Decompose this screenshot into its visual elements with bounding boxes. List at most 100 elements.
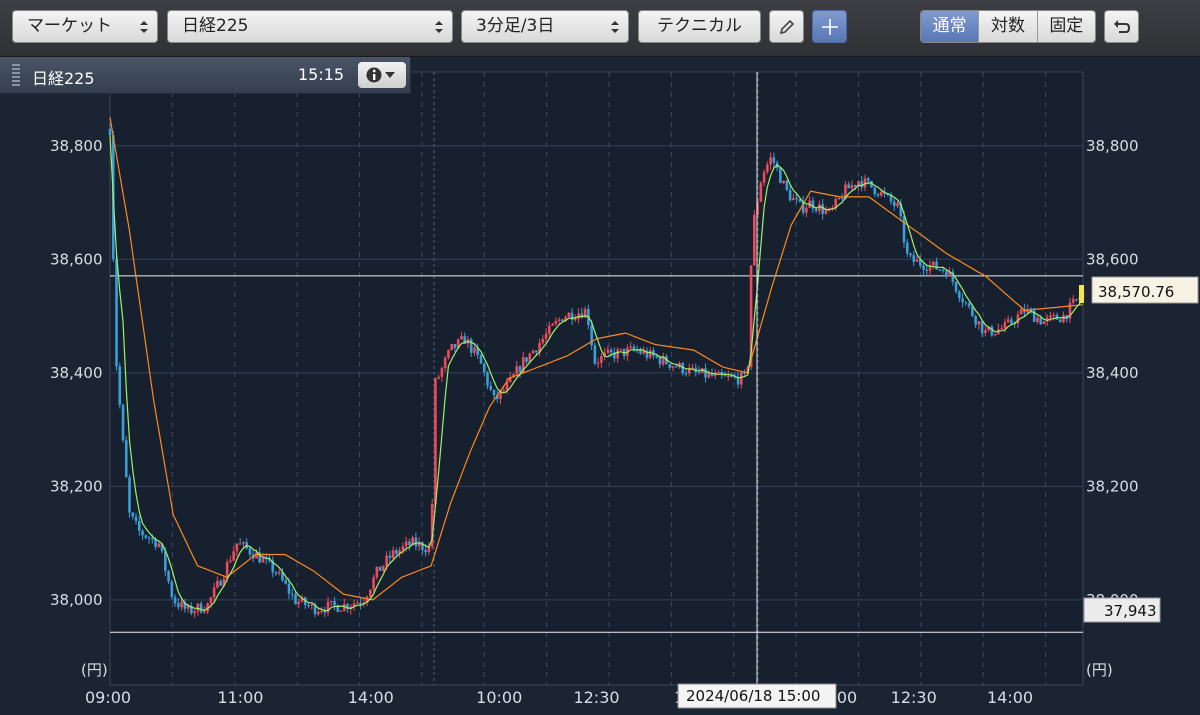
candle-body	[818, 204, 821, 211]
candle-body	[531, 350, 535, 354]
candle-body	[479, 354, 483, 364]
candle-body	[502, 390, 506, 392]
low-price-marker: 37,943	[1083, 597, 1161, 623]
candle-body	[274, 572, 278, 574]
candle-body	[388, 555, 392, 558]
current-price-marker: 38,570.76	[1079, 276, 1199, 304]
candle-body	[518, 366, 522, 373]
candle-body	[909, 253, 912, 256]
info-bar[interactable]: 日経225 15:15	[0, 57, 411, 94]
candle-body	[1036, 317, 1039, 323]
y-tick-label-right: 38,200	[1086, 477, 1139, 495]
candle-body	[632, 346, 636, 350]
candle-body	[284, 580, 288, 584]
candle-body	[707, 372, 711, 378]
candle-body	[196, 603, 200, 612]
candle-body	[674, 366, 678, 368]
candle-body	[912, 255, 916, 262]
x-tick-label: 14:00	[987, 688, 1033, 707]
candle-body	[853, 184, 857, 187]
candle-body	[596, 362, 600, 364]
candle-body	[177, 603, 180, 608]
candle-body	[570, 312, 574, 321]
candle-body	[977, 321, 981, 325]
candle-body	[873, 187, 877, 195]
candle-body	[639, 350, 642, 354]
drag-handle-icon[interactable]	[12, 64, 20, 86]
current-price-tick	[1079, 285, 1084, 303]
candle-body	[905, 242, 909, 254]
candle-body	[440, 367, 444, 377]
candle-body	[600, 355, 603, 363]
candle-body	[945, 271, 948, 277]
candle-body	[453, 343, 457, 348]
candle-body	[118, 366, 122, 405]
candle-body	[460, 336, 463, 340]
candle-body	[805, 207, 808, 213]
candle-body	[232, 551, 235, 561]
candle-body	[779, 168, 782, 184]
current-price-label: 38,570.76	[1098, 283, 1174, 301]
candle-body	[941, 269, 945, 272]
candle-body	[974, 316, 977, 325]
candle-body	[548, 325, 551, 334]
x-tick-label: 14:00	[348, 688, 394, 707]
candle-body	[772, 157, 776, 163]
candle-body	[401, 546, 405, 551]
candle-body	[932, 261, 935, 266]
candle-body	[242, 542, 245, 544]
candle-body	[424, 549, 427, 553]
candle-body	[740, 372, 743, 385]
price-chart[interactable]: 38,00038,20038,40038,60038,800 38,00038,…	[0, 0, 1200, 715]
candle-body	[395, 550, 398, 554]
candle-body	[170, 581, 174, 598]
candle-body	[128, 477, 131, 513]
candle-body	[655, 355, 659, 358]
candle-body	[606, 349, 610, 353]
candle-body	[782, 180, 785, 184]
low-price-label: 37,943	[1104, 602, 1157, 620]
candle-body	[199, 603, 203, 613]
candle-body	[307, 605, 310, 607]
candle-body	[193, 611, 196, 614]
candle-body	[382, 565, 385, 571]
candle-body	[668, 364, 672, 368]
candle-body	[525, 357, 528, 362]
candle-body	[1010, 319, 1013, 324]
candle-body	[1058, 319, 1062, 323]
candle-body	[359, 602, 362, 604]
candle-body	[967, 303, 971, 307]
candle-body	[108, 128, 112, 136]
crosshair-time-marker: 2024/06/18 15:00	[677, 683, 837, 709]
candle-body	[238, 543, 242, 545]
candle-body	[541, 338, 545, 344]
crosshair-time-label: 2024/06/18 15:00	[686, 687, 820, 705]
candle-body	[1042, 321, 1046, 325]
candle-body	[310, 604, 314, 606]
candle-body	[434, 378, 437, 505]
candle-body	[766, 164, 769, 172]
candle-body	[212, 587, 216, 598]
candle-body	[329, 600, 333, 602]
candle-body	[203, 611, 206, 613]
candle-body	[616, 349, 619, 359]
candle-body	[574, 318, 577, 321]
x-tick-label: 12:30	[573, 688, 619, 707]
candle-body	[958, 291, 961, 299]
candle-body	[980, 321, 984, 334]
candle-body	[473, 347, 476, 353]
candle-body	[121, 404, 125, 441]
candle-body	[124, 440, 128, 478]
candle-body	[726, 375, 730, 377]
candle-body	[320, 610, 323, 612]
candle-body	[1071, 299, 1075, 303]
candle-body	[935, 261, 938, 270]
candle-body	[648, 350, 652, 358]
candle-body	[892, 201, 896, 206]
candle-body	[219, 580, 222, 586]
candle-body	[824, 210, 828, 214]
candle-body	[961, 298, 964, 303]
info-menu-button[interactable]	[358, 62, 406, 88]
candle-body	[717, 372, 720, 374]
candle-body	[730, 375, 733, 377]
